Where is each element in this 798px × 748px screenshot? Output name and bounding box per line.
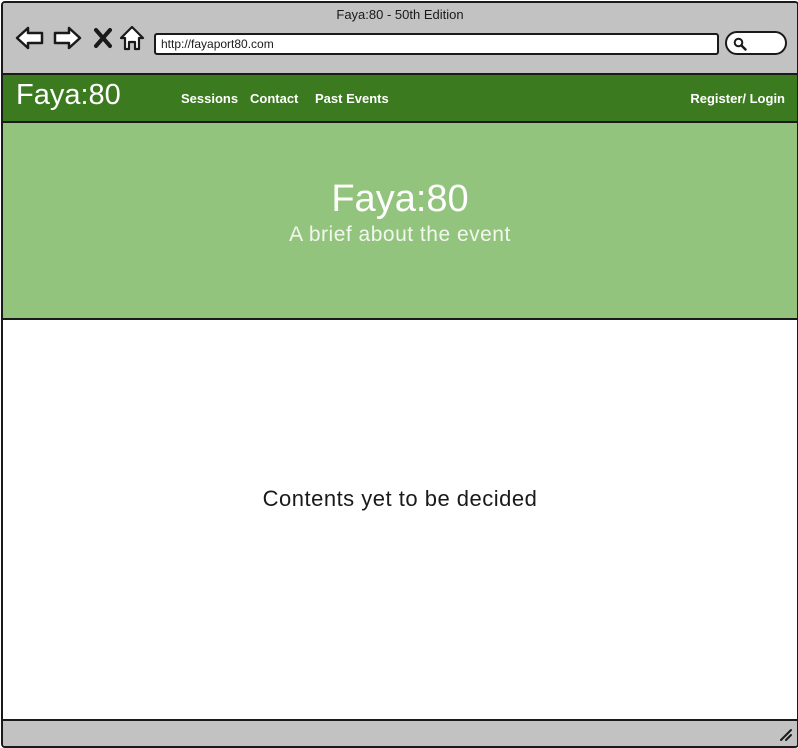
hero-title: Faya:80 bbox=[331, 178, 469, 220]
nav-link-past-events[interactable]: Past Events bbox=[315, 91, 389, 106]
nav-link-contact[interactable]: Contact bbox=[250, 91, 298, 106]
back-button[interactable] bbox=[14, 23, 46, 53]
search-icon bbox=[733, 37, 747, 51]
register-login-link[interactable]: Register/ Login bbox=[690, 91, 785, 106]
hero-banner: Faya:80 A brief about the event bbox=[3, 123, 797, 320]
status-bar bbox=[3, 719, 797, 746]
resize-grip-icon bbox=[780, 729, 792, 741]
hero-subtitle: A brief about the event bbox=[289, 223, 511, 246]
home-icon bbox=[119, 25, 145, 51]
window-title: Faya:80 - 50th Edition bbox=[336, 7, 464, 22]
site-navbar: Faya:80 Sessions Contact Past Events Reg… bbox=[3, 73, 797, 123]
search-button[interactable] bbox=[725, 31, 787, 55]
back-arrow-icon bbox=[15, 26, 44, 50]
nav-link-sessions[interactable]: Sessions bbox=[181, 91, 238, 106]
resize-grip[interactable] bbox=[777, 726, 793, 746]
forward-button[interactable] bbox=[51, 23, 83, 53]
brand-logo[interactable]: Faya:80 bbox=[16, 79, 121, 112]
url-field[interactable]: http://fayaport80.com bbox=[154, 33, 719, 55]
home-button[interactable] bbox=[116, 23, 148, 53]
browser-chrome: Faya:80 - 50th Edition http://fayaport80… bbox=[3, 3, 797, 73]
forward-arrow-icon bbox=[53, 26, 82, 50]
stop-button[interactable] bbox=[87, 23, 119, 53]
main-placeholder-text: Contents yet to be decided bbox=[262, 486, 538, 511]
browser-window: Faya:80 - 50th Edition http://fayaport80… bbox=[1, 1, 798, 748]
close-x-icon bbox=[94, 28, 112, 48]
